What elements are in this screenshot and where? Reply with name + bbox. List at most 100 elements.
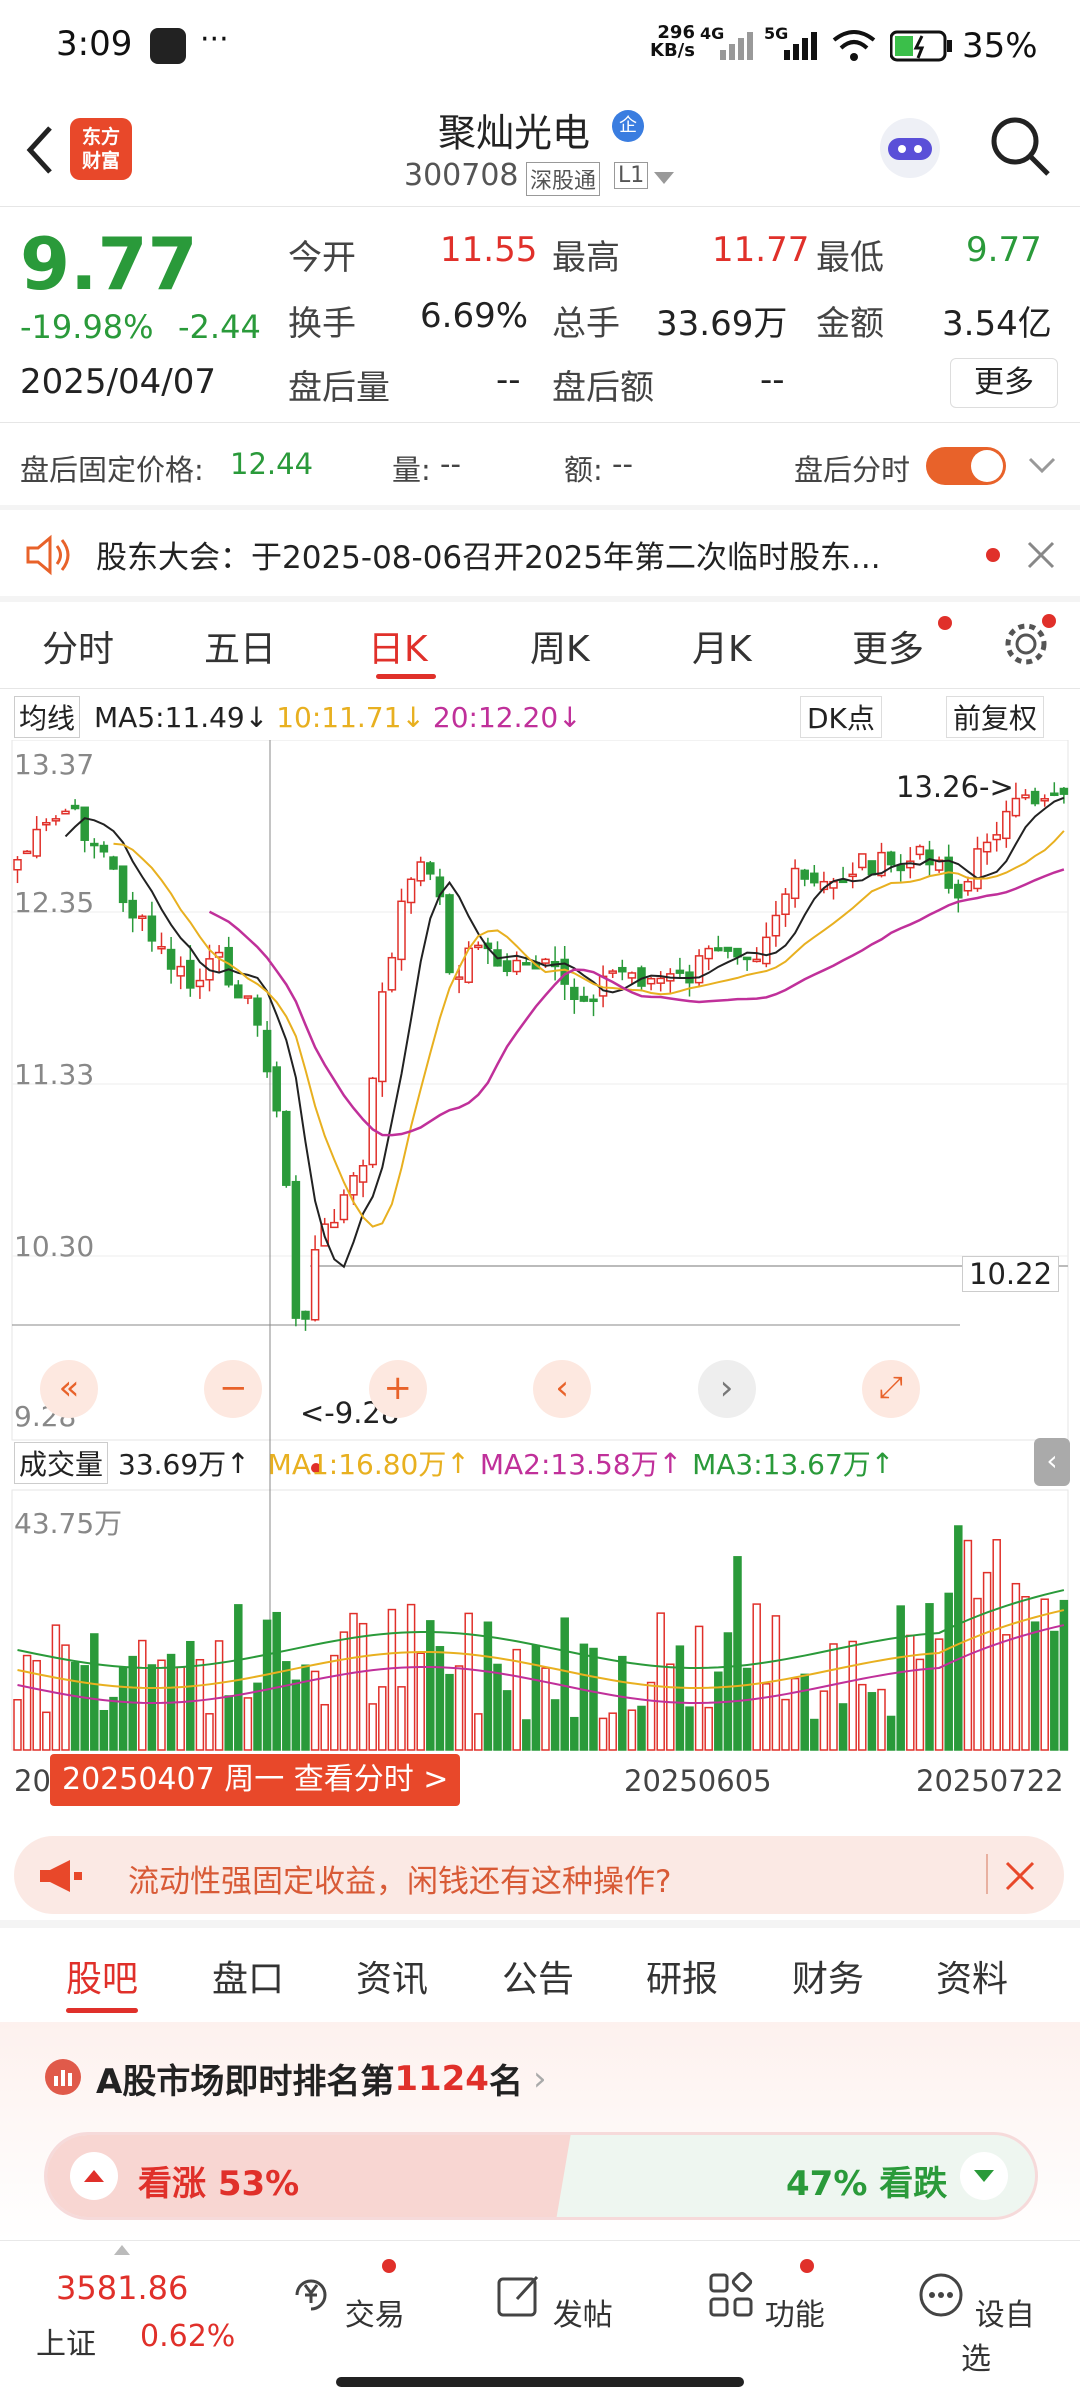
bear-label[interactable]: 47% 看跌 xyxy=(786,2156,947,2205)
close-icon[interactable] xyxy=(1026,540,1056,570)
nav-functions[interactable]: 功能 xyxy=(696,2271,836,2334)
volume-bar xyxy=(560,1617,569,1751)
tab-announcements[interactable]: 公告 xyxy=(502,1950,574,2002)
candle-body xyxy=(22,850,32,855)
search-icon[interactable] xyxy=(988,114,1052,178)
volume-bar xyxy=(493,1663,502,1751)
back-arrow-icon[interactable] xyxy=(20,122,60,178)
turnover-value: 6.69% xyxy=(420,296,529,336)
brand-logo[interactable]: 东方 财富 xyxy=(70,118,132,180)
bull-button-icon[interactable] xyxy=(70,2152,118,2200)
volume-bar xyxy=(762,1683,771,1751)
after-amt-small-label: 额: xyxy=(564,453,603,487)
volume-bar xyxy=(70,1661,80,1751)
volume-bar xyxy=(474,1713,483,1751)
candle-body xyxy=(378,991,387,1083)
tab-research[interactable]: 研报 xyxy=(646,1950,718,2002)
volume-bar xyxy=(1002,1634,1011,1751)
kline-chart-panel[interactable]: 均线 MA5:11.49 ↓ 10:11.71 ↓ 20:12.20 ↓ DK点 前复… xyxy=(0,690,1080,1820)
tab-guba[interactable]: 股吧 xyxy=(66,1950,138,2002)
volume-bar xyxy=(253,1682,262,1751)
rewind-icon[interactable]: « xyxy=(40,1360,98,1418)
tab-profile[interactable]: 资料 xyxy=(936,1950,1008,2002)
candle-body xyxy=(925,849,934,866)
tab-more[interactable]: 更多 xyxy=(852,620,924,672)
after-timeshare-toggle[interactable] xyxy=(926,447,1006,485)
volume-bar xyxy=(781,1698,790,1751)
volume-bar xyxy=(118,1666,128,1751)
notice-bar[interactable]: 股东大会：于2025-08-06召开2025年第二次临时股东... xyxy=(0,510,1080,600)
tab-news[interactable]: 资讯 xyxy=(356,1950,428,2002)
candle-body xyxy=(1002,810,1011,840)
candle-body xyxy=(714,947,723,952)
tab-timeshare[interactable]: 分时 xyxy=(42,620,114,672)
collapse-panel-icon[interactable]: ‹ xyxy=(1034,1438,1070,1486)
ad-close-icon[interactable] xyxy=(1004,1860,1036,1892)
adjust-button[interactable]: 前复权 xyxy=(946,696,1045,738)
date-left: 20 xyxy=(14,1764,51,1798)
megaphone-icon xyxy=(40,1860,82,1892)
candle-body xyxy=(502,960,512,972)
chevron-down-icon[interactable] xyxy=(1028,457,1056,475)
candle-body xyxy=(848,873,857,878)
tab-finance[interactable]: 财务 xyxy=(792,1950,864,2002)
tab-monthly-k[interactable]: 月K xyxy=(692,620,752,672)
prev-icon[interactable]: ‹ xyxy=(533,1360,592,1418)
next-icon[interactable]: › xyxy=(697,1360,756,1418)
volume-bar xyxy=(512,1648,521,1751)
candle-body xyxy=(858,853,867,869)
volume-bar xyxy=(349,1612,358,1751)
candle-body xyxy=(118,865,128,904)
candle-body xyxy=(810,872,819,884)
ma-type-selector[interactable]: 均线 xyxy=(14,696,81,738)
nav-post[interactable]: 发帖 xyxy=(484,2271,624,2334)
volume-bar xyxy=(810,1718,819,1751)
candle-body xyxy=(982,841,992,853)
candle-body xyxy=(992,834,1001,841)
nav-add-watchlist[interactable]: 设自选 xyxy=(906,2271,1046,2378)
fullscreen-icon[interactable]: ⤢ xyxy=(861,1360,920,1418)
zoom-in-icon[interactable]: + xyxy=(368,1360,427,1418)
kline-svg[interactable] xyxy=(0,740,1080,1820)
dk-point-button[interactable]: DK点 xyxy=(800,696,882,738)
exchange-tag: 深股通 xyxy=(526,162,601,196)
tab-weekly-k[interactable]: 周K xyxy=(530,620,590,672)
date-popup-button[interactable]: 20250407 周一 查看分时 > xyxy=(50,1754,461,1806)
candle-body xyxy=(474,944,483,949)
ad-banner[interactable]: 流动性强固定收益，闲钱还有这种操作? xyxy=(14,1836,1064,1914)
tab-five-day[interactable]: 五日 xyxy=(204,620,276,672)
status-time: 3:09 xyxy=(56,24,133,64)
volume-bar xyxy=(522,1719,531,1751)
nav-trade[interactable]: 交易 xyxy=(276,2271,416,2334)
high-value: 11.77 xyxy=(712,230,810,270)
dropdown-triangle-icon[interactable] xyxy=(654,172,674,186)
rank-text[interactable]: A股市场即时排名第 1124 名 › xyxy=(96,2054,547,2103)
ma5-value: MA5:11.49 xyxy=(94,700,245,734)
candle-body xyxy=(454,976,464,980)
volume-bar xyxy=(262,1619,272,1751)
robot-assistant-icon[interactable] xyxy=(874,112,946,184)
bear-button-icon[interactable] xyxy=(960,2152,1008,2200)
candle-body xyxy=(963,880,973,892)
volume-bar xyxy=(570,1716,579,1751)
volume-bar xyxy=(531,1644,541,1751)
candle-body xyxy=(157,945,166,950)
volume-bar xyxy=(589,1647,598,1751)
volume-bar xyxy=(176,1666,185,1751)
volume-bar xyxy=(320,1703,329,1751)
after-amt-small-value: -- xyxy=(612,447,633,481)
tab-daily-k[interactable]: 日K xyxy=(368,620,428,672)
index-name[interactable]: 上证 xyxy=(36,2319,96,2363)
bull-label[interactable]: 看涨 53% xyxy=(138,2156,299,2205)
volume-type-selector[interactable]: 成交量 xyxy=(14,1442,109,1484)
volume-bar xyxy=(704,1706,713,1751)
more-button[interactable]: 更多 xyxy=(950,358,1058,408)
volume-bar xyxy=(886,1715,896,1751)
volume-bar xyxy=(13,1699,22,1751)
tab-pankou[interactable]: 盘口 xyxy=(212,1950,284,2002)
content-tab-indicator xyxy=(66,2008,138,2013)
index-value[interactable]: 3581.86 xyxy=(56,2269,188,2307)
index-change[interactable]: 0.62% xyxy=(140,2319,235,2354)
zoom-out-icon[interactable]: − xyxy=(204,1360,263,1418)
candle-body xyxy=(1050,792,1059,796)
